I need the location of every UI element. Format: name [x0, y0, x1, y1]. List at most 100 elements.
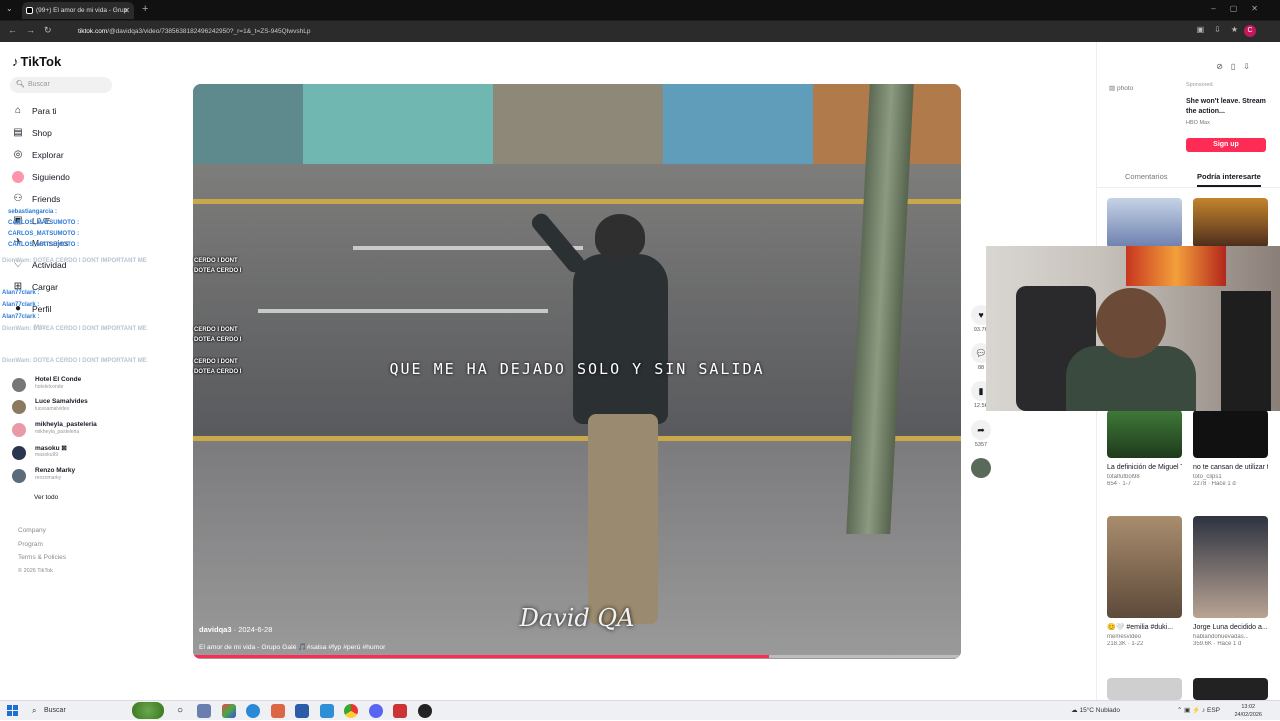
rec-stats: 654 · 1-7: [1107, 481, 1132, 487]
nav-actividad[interactable]: ♡ Actividad: [12, 257, 67, 273]
following-handle: hotelelconde: [35, 384, 64, 390]
rec-author: memesvideo: [1107, 634, 1142, 640]
right-tabs: Comentarios Podría interesarte: [1097, 168, 1280, 188]
browser-tab[interactable]: (99+) El amor de mi vida - Grup ✕: [22, 2, 134, 19]
rec-title: La definición de Miguel Trauco #...: [1107, 464, 1182, 471]
app-icon[interactable]: [320, 704, 334, 718]
nav-label: Para ti: [32, 106, 57, 116]
chat-text: CERDO I DONT: [194, 258, 238, 264]
avatar: [12, 378, 26, 392]
weather-widget[interactable]: ☁ 15°C Nublado: [1071, 701, 1120, 721]
right-panel-icons[interactable]: ⊘▯⇩: [1216, 62, 1258, 71]
rec-thumbnail: [1193, 516, 1268, 618]
nav-perfil[interactable]: ● Perfil: [12, 301, 51, 317]
app-icon[interactable]: [271, 704, 285, 718]
back-icon[interactable]: ←: [8, 25, 17, 35]
recommendation-card[interactable]: [1107, 678, 1182, 700]
recommendation-card[interactable]: [1193, 678, 1268, 700]
edge-icon[interactable]: [246, 704, 260, 718]
see-all-link[interactable]: Ver todo: [34, 494, 58, 501]
nav-siguiendo[interactable]: Siguiendo: [12, 169, 70, 185]
building: [663, 84, 813, 164]
road-line: [193, 199, 961, 204]
dancer-head: [595, 214, 645, 259]
widgets-icon[interactable]: [132, 702, 164, 719]
nav-para-ti[interactable]: ⌂ Para ti: [12, 103, 57, 119]
video-progress-bar[interactable]: [193, 655, 961, 658]
recommendation-card[interactable]: Jorge Luna decidido a... hablandohuevada…: [1193, 516, 1268, 647]
share-button[interactable]: ➦ 5357: [968, 420, 994, 448]
sponsored-ad[interactable]: ▨ photo Sponsored She won't leave. Strea…: [1109, 82, 1269, 157]
nav-shop[interactable]: ▤ Shop: [12, 125, 52, 141]
profile-avatar[interactable]: C: [1244, 25, 1256, 37]
window-controls[interactable]: –▢✕: [1211, 4, 1272, 13]
tab-podria-interesarte[interactable]: Podría interesarte: [1197, 172, 1261, 187]
home-icon: ⌂: [14, 105, 22, 116]
following-handle: lucesamalvides: [35, 406, 70, 412]
music-disc-icon: [971, 458, 991, 478]
avatar: [12, 423, 26, 437]
webcam-tv: [1126, 246, 1226, 286]
rec-title: no te cansan de utilizar tantos bo...: [1193, 464, 1268, 471]
nav-label: LIVE: [32, 216, 51, 226]
nav-label: Explorar: [32, 150, 64, 160]
copyright: © 2026 TikTok: [18, 567, 53, 574]
video-author[interactable]: davidqa3 · 2024-6-28: [199, 625, 272, 634]
search-icon: ⌕: [32, 706, 37, 715]
nav-explorar[interactable]: ◎ Explorar: [12, 147, 64, 163]
share-icon: ➦: [971, 420, 991, 440]
address-bar[interactable]: tiktok.com/@davidqa3/video/7385638182496…: [60, 24, 1180, 39]
recommendation-card[interactable]: no te cansan de utilizar tantos bo... to…: [1193, 410, 1268, 487]
windows-start-icon[interactable]: [7, 705, 18, 716]
rec-title: Jorge Luna decidido a...: [1193, 624, 1268, 631]
recommendation-card[interactable]: [1193, 198, 1268, 248]
nav-live[interactable]: ▣ LIVE: [12, 213, 50, 229]
upload-icon: ⊞: [13, 281, 23, 292]
tab-comentarios[interactable]: Comentarios: [1125, 172, 1168, 181]
video-watermark: David QA: [519, 604, 635, 632]
dancer-legs: [588, 414, 658, 624]
taskbar-search-label: Buscar: [44, 707, 66, 714]
tiktok-logo[interactable]: ♪ TikTok: [12, 54, 61, 69]
sound-disc[interactable]: [968, 458, 994, 478]
video-player[interactable]: QUE ME HA DEJADO SOLO Y SIN SALIDA David…: [193, 84, 961, 659]
nav-label: Shop: [32, 128, 52, 138]
recommendation-card[interactable]: [1107, 198, 1182, 248]
video-date: 2024-6-28: [238, 625, 273, 634]
recommendation-card[interactable]: 😊🤍 #emilia #duki... memesvideo 218.3K · …: [1107, 516, 1182, 647]
file-explorer-icon[interactable]: [197, 704, 211, 718]
close-tab-icon[interactable]: ✕: [123, 2, 130, 19]
clock[interactable]: 13:02 24/02/2026: [1234, 703, 1262, 719]
tray-icons[interactable]: ⌃ ▣ ⚡ ♪ ESP: [1177, 701, 1220, 721]
reload-icon[interactable]: ↻: [44, 25, 52, 36]
taskbar-search[interactable]: ⌕ Buscar: [28, 704, 128, 718]
footer-links: Company Program Terms & Policies © 2026 …: [18, 524, 66, 578]
footer-company[interactable]: Company: [18, 524, 66, 538]
dancer: [528, 210, 703, 634]
nav-mensajes[interactable]: ✈ Mensajes: [12, 235, 69, 251]
rec-thumbnail: [1193, 198, 1268, 248]
ad-signup-button[interactable]: Sign up: [1186, 138, 1266, 152]
app-icon[interactable]: [295, 704, 309, 718]
friends-icon: ⚇: [13, 193, 23, 204]
url-domain: tiktok.com: [78, 28, 108, 35]
app-icon[interactable]: [222, 704, 236, 718]
footer-terms[interactable]: Terms & Policies: [18, 551, 66, 565]
streamer-head: [1096, 288, 1166, 358]
clock-time: 13:02: [1241, 704, 1256, 710]
tab-title: (99+) El amor de mi vida - Grup: [36, 7, 128, 14]
search-input[interactable]: 🔍︎ Buscar: [10, 77, 112, 93]
forward-icon[interactable]: →: [26, 25, 35, 35]
chrome-icon[interactable]: [344, 704, 358, 718]
app-icon[interactable]: [393, 704, 407, 718]
new-tab-icon[interactable]: +: [142, 3, 148, 15]
obs-icon[interactable]: [418, 704, 432, 718]
discord-icon[interactable]: [369, 704, 383, 718]
activity-icon: ♡: [13, 259, 23, 270]
nav-friends[interactable]: ⚇ Friends: [12, 191, 61, 207]
nav-cargar[interactable]: ⊞ Cargar: [12, 279, 58, 295]
tab-list-icon[interactable]: ⌄: [6, 4, 13, 13]
footer-program[interactable]: Program: [18, 538, 66, 552]
task-view-icon[interactable]: ○: [173, 704, 187, 718]
recommendation-card[interactable]: La definición de Miguel Trauco #... tota…: [1107, 410, 1182, 487]
